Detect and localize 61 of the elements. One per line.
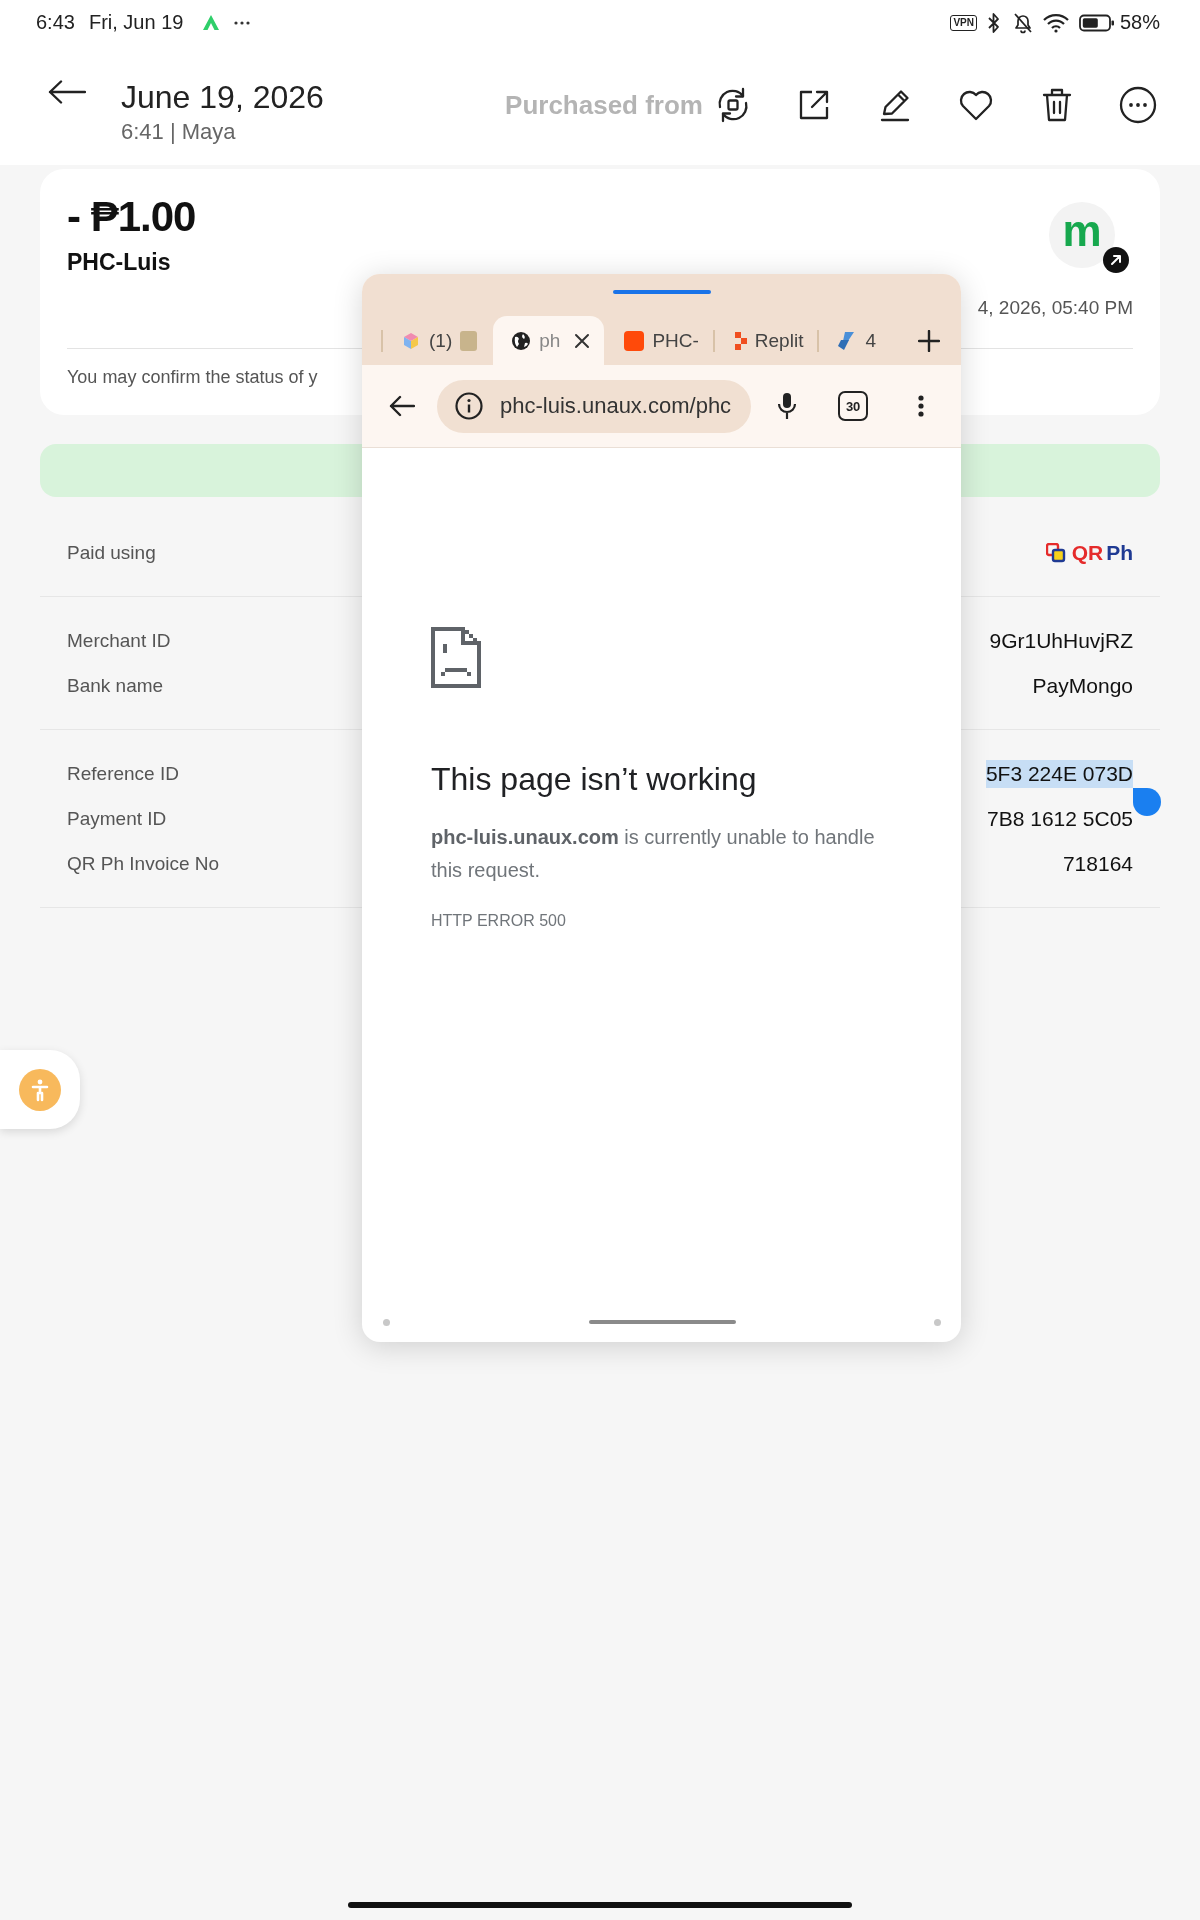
more-icon[interactable] (1118, 85, 1158, 125)
transaction-date: 4, 2026, 05:40 PM (977, 296, 1133, 320)
window-handle[interactable] (588, 1320, 736, 1324)
bluetooth-icon (987, 11, 1000, 34)
logo-letter: m (1062, 209, 1102, 253)
page-title: June 19, 2026 (121, 78, 324, 116)
close-icon[interactable] (574, 332, 591, 349)
squares-icon (1045, 542, 1066, 563)
browser-tab[interactable]: Replit (714, 316, 818, 365)
more-icon[interactable] (918, 395, 925, 417)
back-arrow-icon[interactable] (48, 80, 86, 104)
detail-value: 718164 (1062, 850, 1133, 877)
drag-handle[interactable] (612, 290, 711, 294)
bell-off-icon (1011, 11, 1034, 34)
globe-icon (511, 330, 532, 351)
detail-label: Payment ID (67, 807, 167, 830)
detail-value: 7B8 1612 5C05 (987, 805, 1133, 832)
square-icon (624, 330, 645, 351)
corner-dot-icon[interactable] (934, 1318, 941, 1326)
tab-count-button[interactable]: 30 (838, 391, 869, 421)
error-code: HTTP ERROR 500 (431, 911, 567, 931)
logo-text: QR (1071, 540, 1104, 565)
url-field[interactable]: phc-luis.unaux.com/phc (437, 379, 752, 433)
thumbnail-placeholder (460, 330, 478, 351)
app-logo-icon (203, 15, 220, 30)
info-icon (455, 392, 483, 420)
corner-dot-icon[interactable] (383, 1318, 390, 1326)
status-time: 6:43 (36, 11, 75, 34)
logo-text: Ph (1106, 540, 1133, 565)
detail-label: QR Ph Invoice No (67, 852, 220, 875)
vpn-badge: VPN (950, 14, 977, 31)
detail-value: PayMongo (1032, 672, 1133, 699)
plus-icon[interactable] (918, 329, 940, 352)
back-arrow-icon[interactable] (389, 395, 415, 417)
amount: - ₱1.00 (67, 193, 196, 241)
cube-icon (401, 330, 421, 351)
accessibility-icon (19, 1068, 61, 1111)
faded-title: Purchased from (505, 89, 703, 122)
battery-icon (1078, 13, 1115, 32)
blocks-icon (732, 330, 747, 351)
merchant-name: PHC-Luis (67, 248, 172, 277)
status-note: You may confirm the status of y (67, 366, 318, 389)
page-subtitle: 6:41 | Maya (121, 118, 237, 146)
browser-tab[interactable]: PHC- (606, 316, 713, 365)
browser-tab[interactable]: 4 (819, 316, 890, 365)
detail-label: Paid using (67, 541, 156, 564)
browser-tab[interactable]: (1) (383, 316, 492, 365)
dots-icon (234, 20, 251, 25)
sad-page-icon (431, 627, 481, 688)
detail-value: 5F3 224E 073D (985, 759, 1133, 788)
detail-label: Reference ID (67, 762, 179, 785)
selection-handle[interactable] (1133, 787, 1161, 816)
wifi-icon (1042, 12, 1069, 33)
error-title: This page isn’t working (431, 760, 758, 799)
detail-value: 9Gr1UhHuvjRZ (989, 627, 1133, 654)
battery-percent: 58% (1119, 11, 1160, 34)
detail-label: Merchant ID (67, 629, 171, 652)
detail-label: Bank name (67, 674, 164, 697)
microphone-icon[interactable] (777, 392, 798, 420)
error-message: phc-luis.unaux.com is currently unable to handle this request. (431, 825, 876, 883)
status-date: Fri, Jun 19 (88, 11, 184, 34)
